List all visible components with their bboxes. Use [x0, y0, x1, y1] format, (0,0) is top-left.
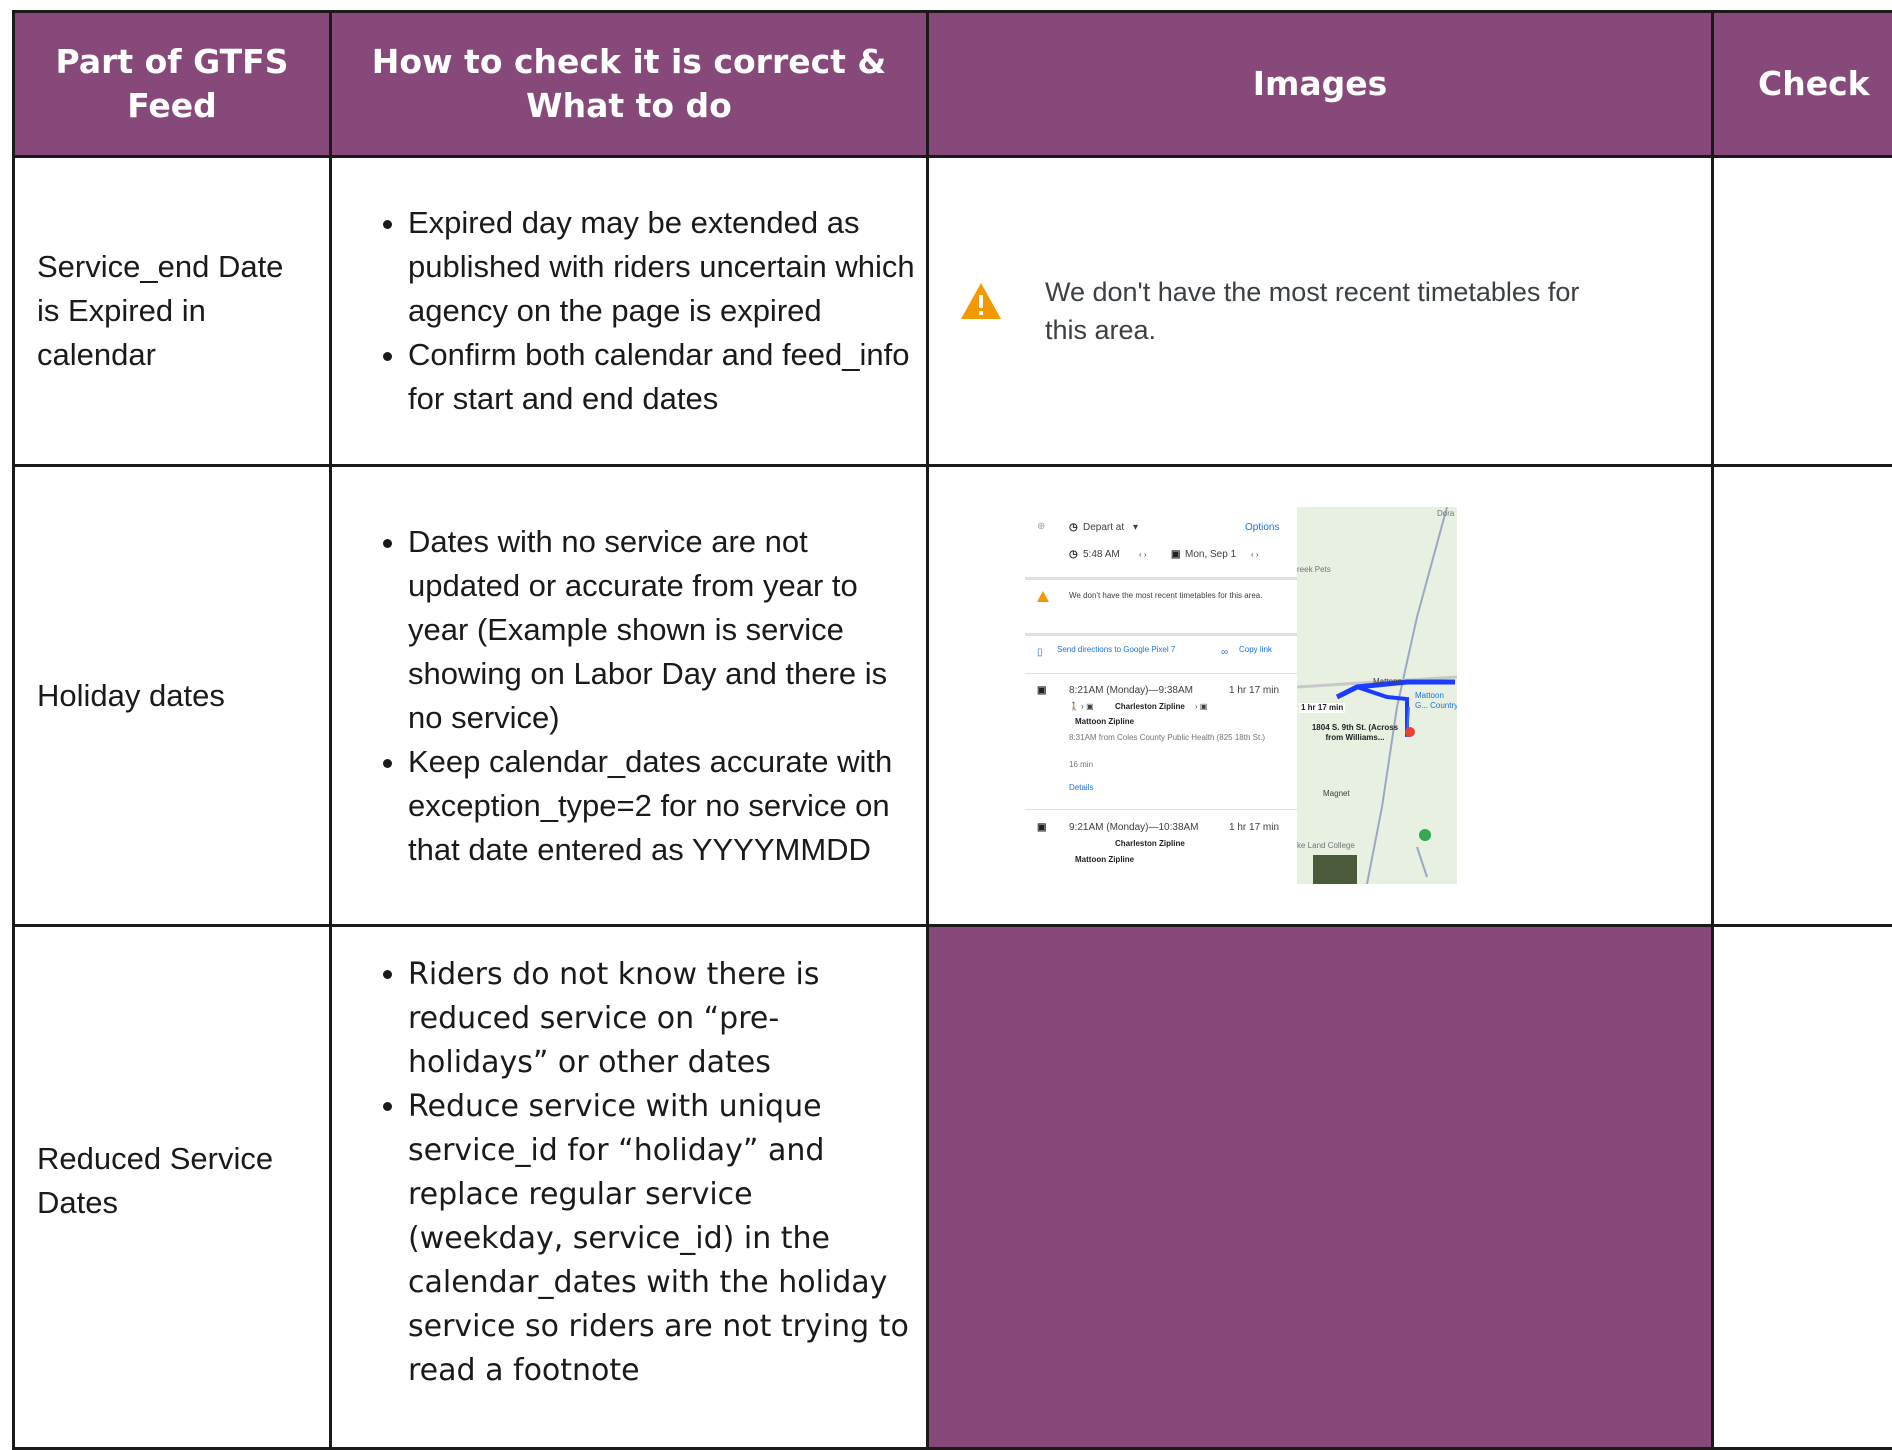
line-badge: Charleston Zipline [1115, 702, 1185, 712]
header-check: Check [1713, 12, 1892, 157]
send-link: Send directions to Google Pixel 7 [1057, 645, 1207, 655]
how-list: Riders do not know there is reduced serv… [332, 953, 926, 1393]
part-label: Service_end Date is Expired in calendar [15, 245, 329, 377]
divider [1025, 673, 1297, 674]
trip-from: 8:31AM from Coles County Public Health (… [1069, 733, 1269, 743]
check-cell[interactable] [1713, 157, 1892, 466]
how-item: Keep calendar_dates accurate with except… [408, 740, 916, 872]
directions-panel: ⊕ ◷ Depart at ▾ Options ◷ 5:48 AM ‹ › ▣ … [1025, 507, 1298, 884]
walk-time: 16 min [1069, 760, 1093, 770]
part-cell: Service_end Date is Expired in calendar [14, 157, 331, 466]
divider [1025, 577, 1297, 580]
date-arrows: ‹ › [1251, 550, 1259, 560]
map-view: reek Pets Dora Mattoon Mattoon G... Coun… [1297, 507, 1457, 884]
table-row: Holiday dates Dates with no service are … [14, 466, 1892, 926]
line-badge: Mattoon Zipline [1075, 855, 1134, 865]
part-label: Holiday dates [15, 674, 329, 718]
header-row: Part of GTFS Feed How to check it is cor… [14, 12, 1892, 157]
part-cell: Holiday dates [14, 466, 331, 926]
header-how: How to check it is correct & What to do [331, 12, 928, 157]
trip-duration: 1 hr 17 min [1229, 685, 1279, 697]
divider [1025, 809, 1297, 810]
bus-icon: ▣ [1037, 822, 1046, 834]
image-cell: We don't have the most recent timetables… [928, 157, 1713, 466]
phone-icon: ▯ [1037, 647, 1043, 659]
map-label: Magnet [1323, 789, 1350, 799]
details-link: Details [1069, 783, 1093, 793]
map-address: 1804 S. 9th St. (Across from Williams... [1305, 723, 1405, 743]
clock-icon: ◷ [1069, 522, 1078, 534]
warning-text: We don't have the most recent timetables… [1045, 273, 1625, 349]
calendar-icon: ▣ [1171, 549, 1180, 561]
header-images: Images [928, 12, 1713, 157]
check-cell[interactable] [1713, 466, 1892, 926]
add-icon: ⊕ [1037, 521, 1045, 533]
warning-icon [1037, 591, 1049, 602]
image-cell: ⊕ ◷ Depart at ▾ Options ◷ 5:48 AM ‹ › ▣ … [928, 466, 1713, 926]
time-arrows: ‹ › [1139, 550, 1147, 560]
copy-link: Copy link [1239, 645, 1279, 655]
table-row: Service_end Date is Expired in calendar … [14, 157, 1892, 466]
how-cell: Expired day may be extended as published… [331, 157, 928, 466]
how-item: Dates with no service are not updated or… [408, 520, 916, 740]
map-label: ke Land College [1297, 841, 1355, 851]
timetable-warning: We don't have the most recent timetables… [929, 273, 1711, 349]
how-cell: Riders do not know there is reduced serv… [331, 926, 928, 1449]
trip-time: 8:21AM (Monday)—9:38AM [1069, 685, 1193, 697]
map-label: Mattoon G... Country [1415, 691, 1457, 711]
trip-time: 9:21AM (Monday)—10:38AM [1069, 822, 1199, 834]
clock-icon: ◷ [1069, 549, 1078, 561]
how-list: Expired day may be extended as published… [332, 201, 926, 421]
map-label: Dora [1437, 509, 1454, 519]
header-part: Part of GTFS Feed [14, 12, 331, 157]
how-item: Riders do not know there is reduced serv… [408, 953, 916, 1085]
how-item: Confirm both calendar and feed_info for … [408, 333, 916, 421]
link-icon: ∞ [1221, 647, 1228, 659]
gtfs-checklist-table: Part of GTFS Feed How to check it is cor… [12, 10, 1892, 1450]
date-field: Mon, Sep 1 [1185, 549, 1236, 561]
how-item: Reduce service with unique service_id fo… [408, 1085, 916, 1393]
map-label: reek Pets [1297, 565, 1331, 575]
part-cell: Reduced Service Dates [14, 926, 331, 1449]
image-cell [928, 926, 1713, 1449]
chevron-icon: › ▣ [1195, 702, 1207, 712]
walk-icon: 🚶 › ▣ [1069, 702, 1094, 712]
table-row: Reduced Service Dates Riders do not know… [14, 926, 1892, 1449]
map-duration: 1 hr 17 min [1299, 703, 1345, 713]
line-badge: Charleston Zipline [1115, 839, 1185, 849]
bus-icon: ▣ [1037, 685, 1046, 697]
warning-icon [959, 281, 1003, 321]
divider [1025, 633, 1297, 636]
how-cell: Dates with no service are not updated or… [331, 466, 928, 926]
part-label: Reduced Service Dates [15, 1137, 329, 1225]
line-badge: Mattoon Zipline [1075, 717, 1134, 727]
how-item: Expired day may be extended as published… [408, 201, 916, 333]
depart-select: Depart at [1083, 522, 1124, 534]
map-label: Mattoon [1373, 677, 1402, 687]
chevron-down-icon: ▾ [1133, 522, 1138, 534]
how-list: Dates with no service are not updated or… [332, 520, 926, 872]
options-link: Options [1245, 522, 1279, 534]
maps-screenshot: ⊕ ◷ Depart at ▾ Options ◷ 5:48 AM ‹ › ▣ … [1025, 507, 1457, 884]
time-field: 5:48 AM [1083, 549, 1120, 561]
check-cell[interactable] [1713, 926, 1892, 1449]
trip-duration: 1 hr 17 min [1229, 822, 1279, 834]
warning-text: We don't have the most recent timetables… [1069, 591, 1279, 601]
